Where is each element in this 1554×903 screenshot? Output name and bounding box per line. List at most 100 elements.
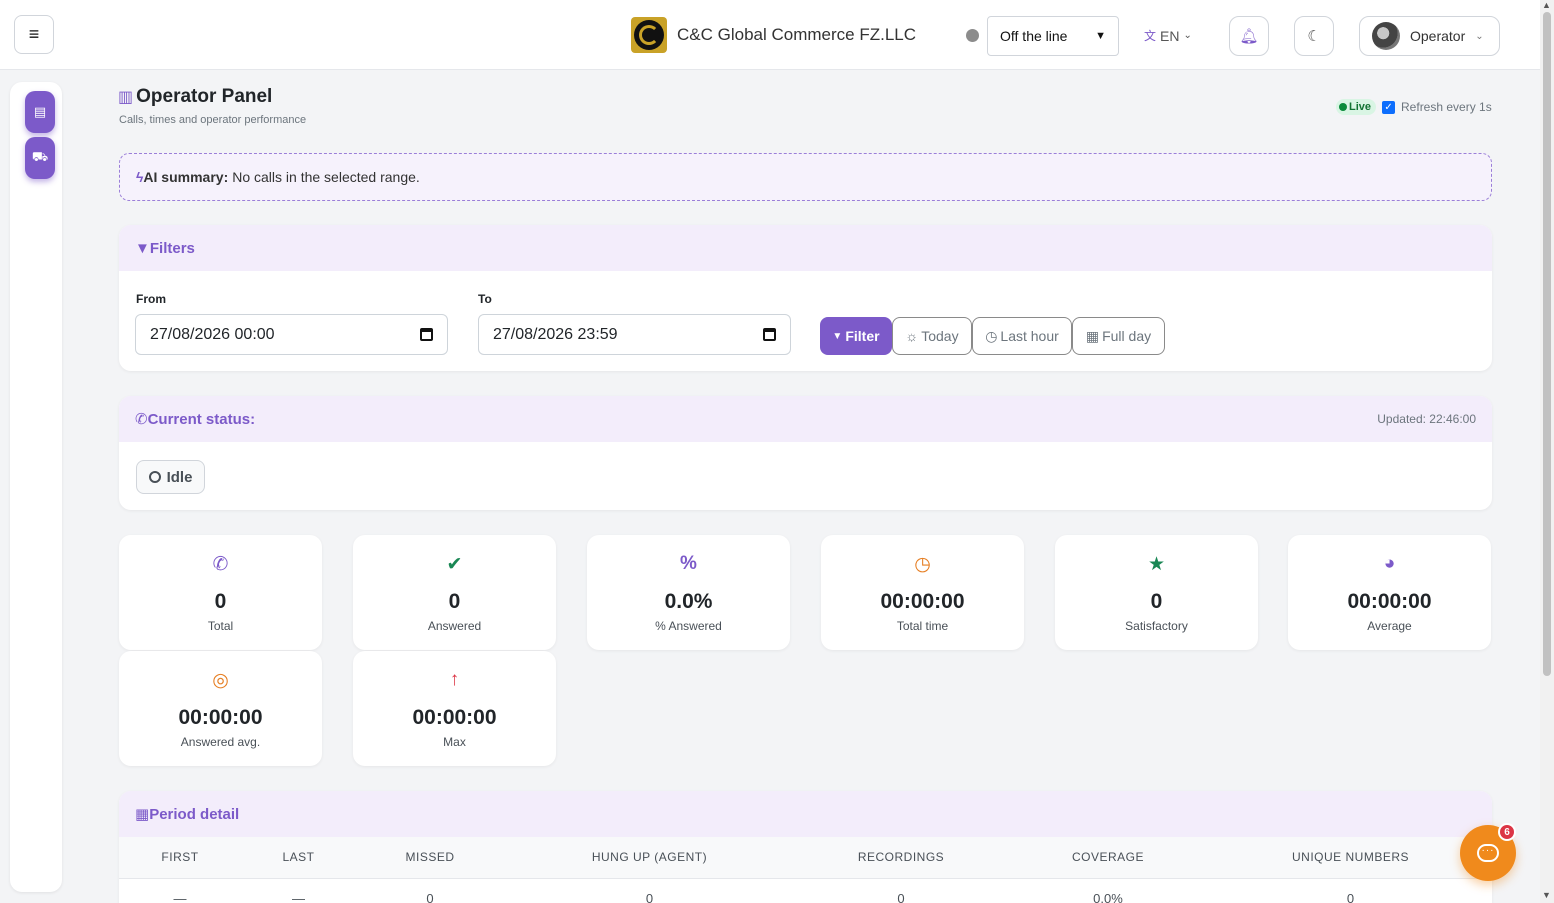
stat-label: Answered avg. <box>180 735 261 749</box>
full-day-button[interactable]: ▦ Full day <box>1072 317 1165 355</box>
page-scrollbar[interactable]: ▲ ▼ <box>1540 0 1554 903</box>
last-hour-button[interactable]: ◷ Last hour <box>972 317 1072 355</box>
notifications-button[interactable]: 🔔︎ <box>1229 16 1269 56</box>
live-indicator: Live ✓ Refresh every 1s <box>1336 99 1492 115</box>
from-date-input[interactable]: 27/08/2026 00:00 <box>135 314 448 355</box>
sidebar-item-cart[interactable]: ⛟ <box>25 137 55 179</box>
status-badge: Idle <box>136 460 205 494</box>
language-label: EN <box>1160 27 1180 44</box>
period-detail-title-text: Period detail <box>149 806 240 823</box>
theme-toggle-button[interactable]: ☾ <box>1294 16 1334 56</box>
today-button-label: Today <box>921 328 959 344</box>
page-title: ▥ Operator Panel <box>118 86 272 108</box>
translate-icon: 文 <box>1144 29 1157 43</box>
sun-icon: ☼ <box>905 328 919 344</box>
to-date-value: 27/08/2026 23:59 <box>493 325 618 343</box>
table-cell: — <box>292 890 305 903</box>
current-status-card: ✆Current status: Updated: 22:46:00 <box>119 396 1492 510</box>
stat-value: 0 <box>1150 590 1163 613</box>
stat-answered: ✔ 0 Answered <box>353 535 556 650</box>
table-cell: 0 <box>1346 890 1355 903</box>
column-header: Recordings <box>795 837 1007 879</box>
star-icon: ★ <box>1147 554 1166 575</box>
ai-summary-text: No calls in the selected range. <box>232 169 420 185</box>
column-header: Unique numbers <box>1209 837 1492 879</box>
current-status-header: ✆Current status: Updated: 22:46:00 <box>119 396 1492 442</box>
table-cell: — <box>173 890 187 903</box>
period-table: First Last Missed Hung up (agent) Record… <box>119 837 1492 903</box>
today-button[interactable]: ☼ Today <box>892 317 972 355</box>
presence-dot <box>966 29 979 42</box>
period-detail-header: ▦Period detail <box>119 791 1492 837</box>
stat-value: 00:00:00 <box>1347 590 1432 613</box>
column-header: Last <box>241 837 356 879</box>
stat-max: ↑ 00:00:00 Max <box>353 651 556 766</box>
table-cell: 0 <box>426 890 434 903</box>
sidebar-item-list[interactable]: ▤ <box>25 91 55 133</box>
language-selector[interactable]: 文 EN ⌄ <box>1144 27 1192 44</box>
status-select-value: Off the line <box>1000 28 1068 44</box>
from-label: From <box>136 292 166 306</box>
column-header: Missed <box>356 837 504 879</box>
scroll-thumb[interactable] <box>1543 12 1551 676</box>
target-icon: ◎ <box>212 670 229 691</box>
bolt-icon: ϟ <box>136 169 144 185</box>
page-title-text: Operator Panel <box>136 86 273 107</box>
table-cell: 0.0% <box>1093 890 1123 903</box>
brand: C&C Global Commerce FZ.LLC <box>631 17 916 53</box>
calendar-icon: ▦ <box>1085 327 1100 344</box>
scroll-down-icon[interactable]: ▼ <box>1542 890 1551 900</box>
stat-total-time: ◷ 00:00:00 Total time <box>821 535 1024 650</box>
status-badge-label: Idle <box>166 468 193 486</box>
table-row: — — 0 0 0 0.0% 0 <box>119 878 1492 903</box>
sidebar: ▤ ⛟ <box>10 82 62 892</box>
moon-icon: ☾ <box>1307 28 1321 45</box>
stat-label: Answered <box>427 619 482 633</box>
status-select[interactable]: Off the line ▼ <box>987 16 1119 56</box>
list-icon: ▤ <box>33 104 47 119</box>
filters-title-text: Filters <box>149 239 195 257</box>
stat-answered-avg: ◎ 00:00:00 Answered avg. <box>119 651 322 766</box>
stat-label: Total time <box>896 619 949 633</box>
stat-value: 0.0% <box>664 590 713 613</box>
stat-value: 0 <box>214 590 227 613</box>
to-label: To <box>478 292 492 306</box>
page-subtitle: Calls, times and operator performance <box>119 114 307 126</box>
filter-button[interactable]: ▼ Filter <box>820 317 892 355</box>
stat-value: 00:00:00 <box>178 706 263 729</box>
company-logo <box>631 17 667 53</box>
live-badge: Live <box>1336 99 1377 115</box>
chevron-down-icon: ⌄ <box>1475 30 1484 42</box>
filters-title: ▼Filters <box>135 240 195 257</box>
refresh-checkbox[interactable]: ✓ <box>1382 100 1396 114</box>
user-name: Operator <box>1410 28 1466 44</box>
period-detail-card: ▦Period detail First Last Missed Hung up… <box>119 791 1492 903</box>
company-name: C&C Global Commerce FZ.LLC <box>677 25 917 44</box>
calendar-icon[interactable] <box>420 328 433 341</box>
stat-value: 00:00:00 <box>412 706 497 729</box>
stat-label: Satisfactory <box>1125 619 1188 633</box>
scroll-up-icon[interactable]: ▲ <box>1542 0 1551 10</box>
arrow-up-icon: ↑ <box>449 669 460 690</box>
live-dot <box>1339 103 1347 111</box>
table-cell: 0 <box>645 890 654 903</box>
stat-label: Average <box>1367 619 1412 633</box>
stat-satisfactory: ★ 0 Satisfactory <box>1055 535 1258 650</box>
ai-summary: ϟ AI summary: No calls in the selected r… <box>119 153 1492 201</box>
updated-time: Updated: 22:46:00 <box>1377 412 1476 426</box>
to-date-input[interactable]: 27/08/2026 23:59 <box>478 314 791 355</box>
chat-badge: 6 <box>1498 823 1516 841</box>
ai-summary-label: AI summary: <box>143 169 229 185</box>
current-status-title: ✆Current status: <box>135 410 255 428</box>
funnel-icon: ▼ <box>135 239 150 257</box>
phone-icon: ✆ <box>135 411 148 428</box>
top-bar: ≡ C&C Global Commerce FZ.LLC Off the lin… <box>0 0 1540 70</box>
filters-header: ▼Filters <box>119 225 1492 271</box>
percent-icon: % <box>680 553 697 574</box>
gauge-icon: ◕ <box>1383 553 1396 574</box>
hamburger-icon[interactable]: ≡ <box>14 15 54 54</box>
user-menu-button[interactable]: Operator ⌄ <box>1359 16 1500 56</box>
refresh-label: Refresh every 1s <box>1401 100 1492 114</box>
stat-label: Max <box>443 735 466 749</box>
calendar-icon[interactable] <box>763 328 776 341</box>
